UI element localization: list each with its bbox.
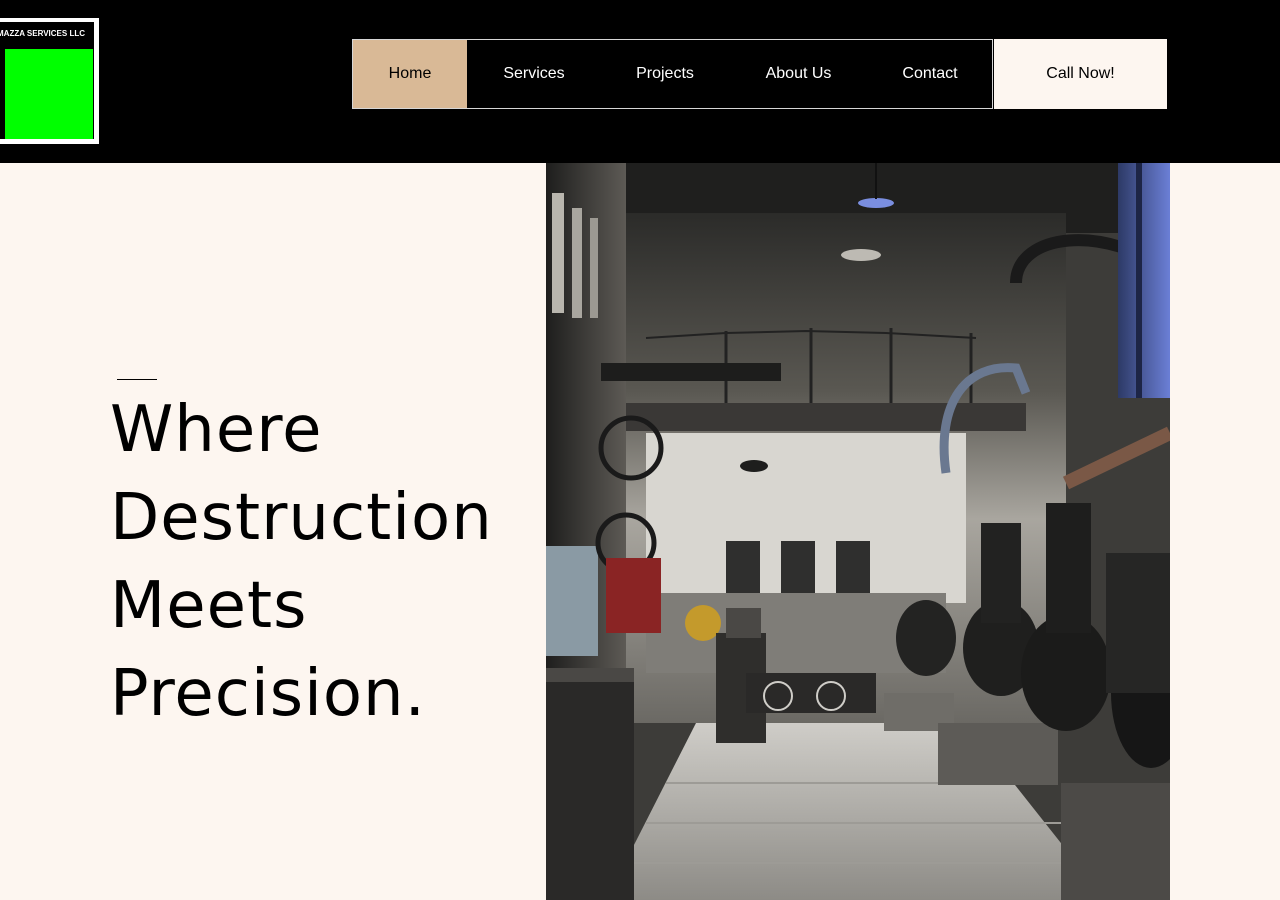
nav-item-contact[interactable]: Contact — [868, 40, 992, 108]
logo-green-square — [5, 49, 93, 139]
hero-title-line-4: Precision. — [110, 657, 426, 731]
nav-item-services[interactable]: Services — [467, 40, 601, 108]
nav-item-about-us[interactable]: About Us — [729, 40, 868, 108]
hero-title-line-1: Where — [110, 393, 323, 467]
hero-factory-image — [546, 163, 1170, 900]
site-header: MAZZA SERVICES LLC Home Services Project… — [0, 0, 1280, 163]
hero-title: Where Destruction Meets Precision. — [110, 386, 540, 738]
page: MAZZA SERVICES LLC Home Services Project… — [0, 0, 1280, 900]
site-logo[interactable]: MAZZA SERVICES LLC — [0, 18, 99, 144]
nav-item-home[interactable]: Home — [353, 40, 467, 108]
call-now-button[interactable]: Call Now! — [994, 39, 1167, 109]
nav-item-projects[interactable]: Projects — [601, 40, 729, 108]
hero-divider — [117, 379, 157, 380]
hero-title-line-3: Meets — [110, 569, 308, 643]
logo-text: MAZZA SERVICES LLC — [0, 29, 86, 38]
main-nav: Home Services Projects About Us Contact — [352, 39, 993, 109]
hero-title-line-2: Destruction — [110, 481, 493, 555]
logo-frame: MAZZA SERVICES LLC — [0, 22, 94, 139]
